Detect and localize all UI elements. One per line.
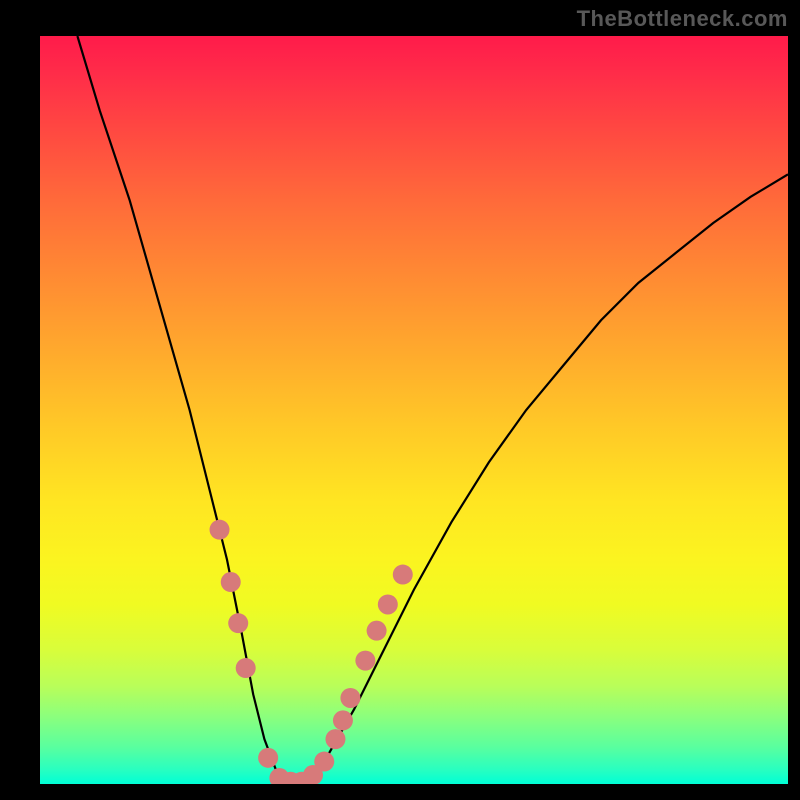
highlight-dot <box>333 710 353 730</box>
highlight-dot <box>221 572 241 592</box>
highlight-dot <box>236 658 256 678</box>
highlight-dot <box>314 752 334 772</box>
highlight-dot <box>228 613 248 633</box>
highlight-dot <box>258 748 278 768</box>
highlight-dot <box>378 594 398 614</box>
watermark-text: TheBottleneck.com <box>577 6 788 32</box>
highlight-dot <box>355 651 375 671</box>
highlight-dot <box>393 565 413 585</box>
bottleneck-curve-line <box>77 36 788 784</box>
highlight-dot <box>210 520 230 540</box>
chart-svg <box>40 36 788 784</box>
chart-plot-area <box>40 36 788 784</box>
highlight-dot <box>367 621 387 641</box>
highlight-dot <box>340 688 360 708</box>
highlight-dot <box>325 729 345 749</box>
